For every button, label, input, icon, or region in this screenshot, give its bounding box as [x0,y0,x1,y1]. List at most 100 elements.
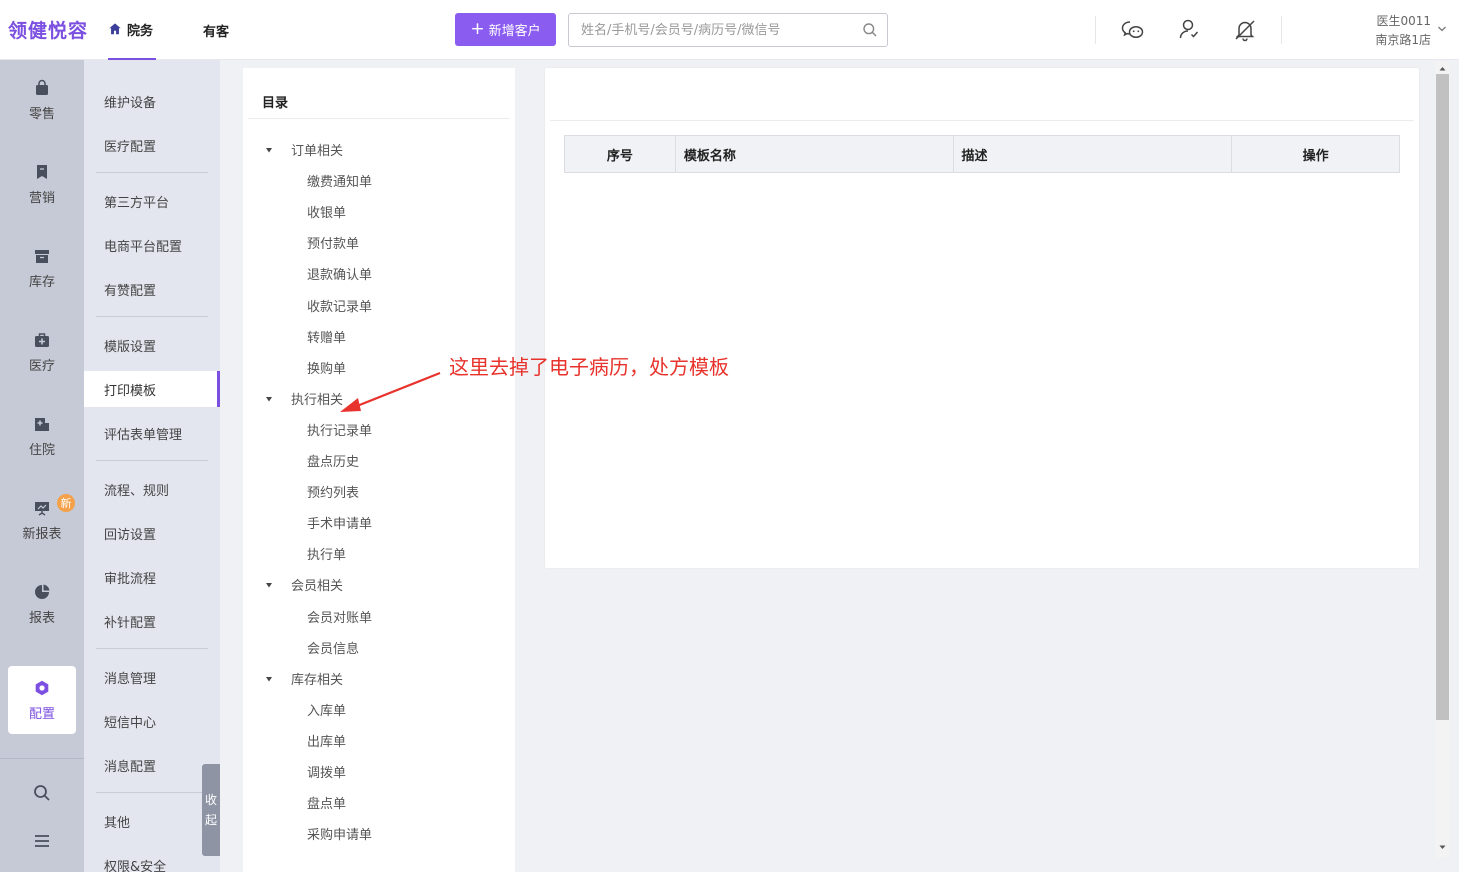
submenu-item[interactable]: 评估表单管理 [84,415,220,451]
rail-item-medical[interactable]: 医疗 [8,318,76,386]
col-template-name: 模板名称 [674,135,954,173]
search-input[interactable] [569,14,849,46]
collapse-label: 收 [204,793,217,807]
submenu-item[interactable]: 消息管理 [84,659,220,695]
rail-item-label: 报表 [28,610,55,626]
tree-group[interactable]: 执行相关 [291,389,343,408]
submenu-item[interactable]: 审批流程 [84,559,220,595]
tree-item[interactable]: 缴费通知单 [307,171,372,190]
user-menu[interactable]: 医生0011 南京路1店 [1375,12,1431,50]
annotation-text: 这里去掉了电子病历，处方模板 [449,355,729,379]
scroll-down-icon[interactable] [1438,843,1447,852]
hospital-icon [35,417,49,431]
rail-item-inpatient[interactable]: 住院 [8,402,76,470]
submenu-item[interactable]: 模版设置 [84,327,220,363]
tree-group[interactable]: 库存相关 [291,669,343,688]
submenu-item-print-template[interactable]: 打印模板 [84,371,220,407]
tree-item[interactable]: 预付款单 [307,233,359,252]
submenu-item[interactable]: 流程、规则 [84,471,220,507]
caret-expanded-icon[interactable] [265,146,273,154]
rail-item-marketing[interactable]: 营销 [8,150,76,218]
submenu-item[interactable]: 权限&安全 [84,847,220,872]
tree-item[interactable]: 退款确认单 [307,264,372,283]
bag-icon [36,79,48,95]
submenu-item[interactable]: 第三方平台 [84,183,220,219]
wechat-icon[interactable] [1120,17,1146,43]
tree-item[interactable]: 盘点历史 [307,451,359,470]
submenu-divider [96,648,208,649]
rail-item-retail[interactable]: 零售 [8,66,76,134]
submenu-item[interactable]: 电商平台配置 [84,227,220,263]
tree-item[interactable]: 收银单 [307,202,346,221]
tree-item[interactable]: 盘点单 [307,793,346,812]
chevron-down-icon[interactable] [1437,24,1447,34]
rail-item-label: 营销 [28,190,55,206]
caret-expanded-icon[interactable] [265,581,273,589]
collapse-sidebar-button[interactable]: 收 起 [202,764,220,856]
rail-item-label: 住院 [28,442,55,458]
new-badge: 新 [57,494,75,512]
rail-item-label: 零售 [28,106,55,122]
menu-icon[interactable] [32,831,52,851]
scroll-up-icon[interactable] [1438,64,1447,73]
col-description: 描述 [952,135,1233,173]
search-icon[interactable] [32,783,52,803]
tree-item[interactable]: 预约列表 [307,482,359,501]
submenu-item[interactable]: 医疗配置 [84,127,220,163]
rail-item-label: 库存 [28,274,55,290]
tree-item[interactable]: 调拨单 [307,762,346,781]
tree-title: 目录 [262,96,289,111]
submenu-divider [96,792,208,793]
rail-item-new-reports[interactable]: 新报表 新 [8,486,76,554]
rail-item-inventory[interactable]: 库存 [8,234,76,302]
add-customer-button[interactable]: + 新增客户 [455,13,556,46]
tree-item[interactable]: 执行记录单 [307,420,372,439]
tab-yuanwu-label: 院务 [127,23,154,39]
search-box[interactable] [568,13,888,47]
tree-item[interactable]: 会员对账单 [307,607,372,626]
user-icon[interactable] [1176,17,1202,43]
tab-yuanwu[interactable]: 院务 [108,0,156,60]
rail-item-label: 医疗 [28,358,55,374]
caret-expanded-icon[interactable] [265,395,273,403]
plus-icon: + [470,19,485,39]
brand-logo[interactable]: 领健悦容 [8,16,88,43]
submenu-item[interactable]: 维护设备 [84,83,220,119]
template-list-panel: 序号 模板名称 描述 操作 [545,68,1419,568]
medkit-icon [35,332,49,347]
tree-item[interactable]: 转赠单 [307,327,346,346]
tree-group[interactable]: 会员相关 [291,575,343,594]
submenu-item[interactable]: 补针配置 [84,603,220,639]
col-index: 序号 [564,135,676,173]
caret-expanded-icon[interactable] [265,675,273,683]
tab-youke[interactable]: 有客 [203,21,229,40]
tree-group[interactable]: 订单相关 [291,140,343,159]
submenu-divider [96,316,208,317]
rail-item-config[interactable]: 配置 [8,666,76,734]
bell-off-icon[interactable] [1232,17,1258,43]
submenu-item[interactable]: 有赞配置 [84,271,220,307]
submenu-item[interactable]: 其他 [84,803,220,839]
box-icon [35,249,49,263]
panel-divider [550,120,1414,121]
annotation-arrow-icon [340,371,441,412]
directory-tree-panel: 目录 订单相关 缴费通知单 收银单 预付款单 退款确认单 收款记录单 转赠单 换购单 执行相关执… [243,68,515,872]
tree-item[interactable]: 出库单 [307,731,346,750]
submenu-item[interactable]: 消息配置 [84,747,220,783]
tree-item[interactable]: 收款记录单 [307,296,372,315]
vertical-scrollbar[interactable] [1435,62,1450,858]
tree-item[interactable]: 执行单 [307,544,346,563]
rail-item-label: 配置 [28,706,55,722]
rail-item-label: 新报表 [22,526,62,542]
tree-item[interactable]: 手术申请单 [307,513,372,532]
tree-item[interactable]: 会员信息 [307,638,359,657]
submenu-item[interactable]: 短信中心 [84,703,220,739]
submenu-item[interactable]: 回访设置 [84,515,220,551]
presentation-icon [35,501,49,516]
rail-item-reports[interactable]: 报表 [8,570,76,638]
tree-item[interactable]: 入库单 [307,700,346,719]
search-icon[interactable] [862,22,878,38]
scrollbar-thumb[interactable] [1436,74,1449,720]
tree-item[interactable]: 采购申请单 [307,824,372,843]
collapse-label: 起 [204,813,217,827]
